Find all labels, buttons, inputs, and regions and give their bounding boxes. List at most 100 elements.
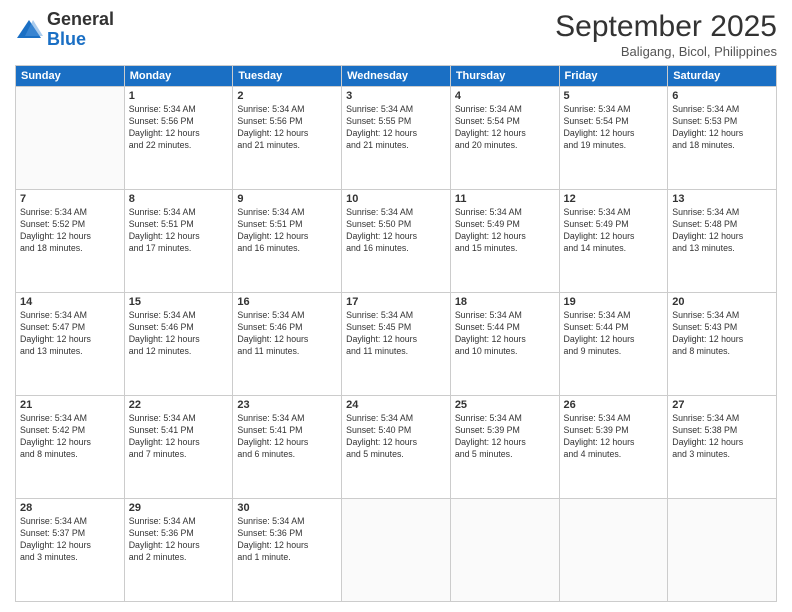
- day-number: 21: [20, 399, 120, 411]
- day-number: 3: [346, 90, 446, 102]
- cell-info: Sunrise: 5:34 AM Sunset: 5:36 PM Dayligh…: [237, 516, 337, 564]
- day-number: 18: [455, 296, 555, 308]
- month-title: September 2025: [555, 10, 777, 44]
- calendar-table: SundayMondayTuesdayWednesdayThursdayFrid…: [15, 65, 777, 602]
- day-number: 27: [672, 399, 772, 411]
- calendar-cell: 5 Sunrise: 5:34 AM Sunset: 5:54 PM Daylig…: [559, 87, 668, 190]
- logo-icon: [15, 18, 43, 42]
- day-of-week-header: Friday: [559, 66, 668, 87]
- calendar-cell: 17Sunrise: 5:34 AM Sunset: 5:45 PM Dayli…: [342, 293, 451, 396]
- calendar-cell: 16Sunrise: 5:34 AM Sunset: 5:46 PM Dayli…: [233, 293, 342, 396]
- cell-info: Sunrise: 5:34 AM Sunset: 5:44 PM Dayligh…: [455, 310, 555, 358]
- day-number: 29: [129, 502, 229, 514]
- day-number: 5: [564, 90, 664, 102]
- cell-info: Sunrise: 5:34 AM Sunset: 5:39 PM Dayligh…: [455, 413, 555, 461]
- calendar-cell: 25 Sunrise: 5:34 AM Sunset: 5:39 PM Dayli…: [450, 396, 559, 499]
- calendar-header-row: SundayMondayTuesdayWednesdayThursdayFrid…: [16, 66, 777, 87]
- calendar-cell: [668, 499, 777, 602]
- cell-info: Sunrise: 5:34 AM Sunset: 5:38 PM Dayligh…: [672, 413, 772, 461]
- page: General Blue September 2025 Baligang, Bi…: [0, 0, 792, 612]
- calendar-week-row: 28 Sunrise: 5:34 AM Sunset: 5:37 PM Dayli…: [16, 499, 777, 602]
- cell-info: Sunrise: 5:34 AM Sunset: 5:44 PM Dayligh…: [564, 310, 664, 358]
- calendar-cell: 30 Sunrise: 5:34 AM Sunset: 5:36 PM Dayli…: [233, 499, 342, 602]
- calendar-cell: 10Sunrise: 5:34 AM Sunset: 5:50 PM Dayli…: [342, 190, 451, 293]
- cell-info: Sunrise: 5:34 AM Sunset: 5:47 PM Dayligh…: [20, 310, 120, 358]
- cell-info: Sunrise: 5:34 AM Sunset: 5:42 PM Dayligh…: [20, 413, 120, 461]
- day-number: 30: [237, 502, 337, 514]
- calendar-cell: 18 Sunrise: 5:34 AM Sunset: 5:44 PM Dayli…: [450, 293, 559, 396]
- calendar-cell: 20 Sunrise: 5:34 AM Sunset: 5:43 PM Dayli…: [668, 293, 777, 396]
- day-number: 17: [346, 296, 446, 308]
- header: General Blue September 2025 Baligang, Bi…: [15, 10, 777, 59]
- day-number: 9: [237, 193, 337, 205]
- location: Baligang, Bicol, Philippines: [555, 44, 777, 59]
- calendar-cell: 4Sunrise: 5:34 AM Sunset: 5:54 PM Daylig…: [450, 87, 559, 190]
- day-number: 28: [20, 502, 120, 514]
- day-number: 25: [455, 399, 555, 411]
- day-number: 10: [346, 193, 446, 205]
- logo-text: General Blue: [47, 10, 114, 50]
- day-number: 26: [564, 399, 664, 411]
- calendar-cell: 1 Sunrise: 5:34 AM Sunset: 5:56 PM Daylig…: [124, 87, 233, 190]
- day-number: 14: [20, 296, 120, 308]
- day-number: 24: [346, 399, 446, 411]
- calendar-cell: 29 Sunrise: 5:34 AM Sunset: 5:36 PM Dayli…: [124, 499, 233, 602]
- day-of-week-header: Thursday: [450, 66, 559, 87]
- calendar-cell: 3 Sunrise: 5:34 AM Sunset: 5:55 PM Daylig…: [342, 87, 451, 190]
- cell-info: Sunrise: 5:34 AM Sunset: 5:52 PM Dayligh…: [20, 207, 120, 255]
- calendar-cell: [16, 87, 125, 190]
- day-number: 19: [564, 296, 664, 308]
- day-number: 7: [20, 193, 120, 205]
- cell-info: Sunrise: 5:34 AM Sunset: 5:54 PM Dayligh…: [564, 104, 664, 152]
- calendar-cell: 28 Sunrise: 5:34 AM Sunset: 5:37 PM Dayli…: [16, 499, 125, 602]
- calendar-cell: 22Sunrise: 5:34 AM Sunset: 5:41 PM Dayli…: [124, 396, 233, 499]
- calendar-cell: 12 Sunrise: 5:34 AM Sunset: 5:49 PM Dayli…: [559, 190, 668, 293]
- day-of-week-header: Wednesday: [342, 66, 451, 87]
- cell-info: Sunrise: 5:34 AM Sunset: 5:37 PM Dayligh…: [20, 516, 120, 564]
- calendar-cell: 6 Sunrise: 5:34 AM Sunset: 5:53 PM Daylig…: [668, 87, 777, 190]
- calendar-cell: [342, 499, 451, 602]
- cell-info: Sunrise: 5:34 AM Sunset: 5:51 PM Dayligh…: [237, 207, 337, 255]
- calendar-week-row: 21 Sunrise: 5:34 AM Sunset: 5:42 PM Dayli…: [16, 396, 777, 499]
- calendar-cell: 24 Sunrise: 5:34 AM Sunset: 5:40 PM Dayli…: [342, 396, 451, 499]
- calendar-cell: 9 Sunrise: 5:34 AM Sunset: 5:51 PM Daylig…: [233, 190, 342, 293]
- day-number: 8: [129, 193, 229, 205]
- calendar-cell: 8 Sunrise: 5:34 AM Sunset: 5:51 PM Daylig…: [124, 190, 233, 293]
- calendar-cell: 13 Sunrise: 5:34 AM Sunset: 5:48 PM Dayli…: [668, 190, 777, 293]
- cell-info: Sunrise: 5:34 AM Sunset: 5:48 PM Dayligh…: [672, 207, 772, 255]
- day-of-week-header: Monday: [124, 66, 233, 87]
- cell-info: Sunrise: 5:34 AM Sunset: 5:55 PM Dayligh…: [346, 104, 446, 152]
- calendar-cell: 23Sunrise: 5:34 AM Sunset: 5:41 PM Dayli…: [233, 396, 342, 499]
- day-number: 1: [129, 90, 229, 102]
- cell-info: Sunrise: 5:34 AM Sunset: 5:51 PM Dayligh…: [129, 207, 229, 255]
- day-number: 13: [672, 193, 772, 205]
- cell-info: Sunrise: 5:34 AM Sunset: 5:41 PM Dayligh…: [129, 413, 229, 461]
- cell-info: Sunrise: 5:34 AM Sunset: 5:43 PM Dayligh…: [672, 310, 772, 358]
- calendar-cell: 14 Sunrise: 5:34 AM Sunset: 5:47 PM Dayli…: [16, 293, 125, 396]
- day-number: 6: [672, 90, 772, 102]
- day-of-week-header: Sunday: [16, 66, 125, 87]
- cell-info: Sunrise: 5:34 AM Sunset: 5:49 PM Dayligh…: [455, 207, 555, 255]
- cell-info: Sunrise: 5:34 AM Sunset: 5:46 PM Dayligh…: [237, 310, 337, 358]
- day-number: 20: [672, 296, 772, 308]
- cell-info: Sunrise: 5:34 AM Sunset: 5:41 PM Dayligh…: [237, 413, 337, 461]
- cell-info: Sunrise: 5:34 AM Sunset: 5:53 PM Dayligh…: [672, 104, 772, 152]
- cell-info: Sunrise: 5:34 AM Sunset: 5:36 PM Dayligh…: [129, 516, 229, 564]
- calendar-cell: 15Sunrise: 5:34 AM Sunset: 5:46 PM Dayli…: [124, 293, 233, 396]
- calendar-week-row: 14 Sunrise: 5:34 AM Sunset: 5:47 PM Dayli…: [16, 293, 777, 396]
- cell-info: Sunrise: 5:34 AM Sunset: 5:56 PM Dayligh…: [129, 104, 229, 152]
- cell-info: Sunrise: 5:34 AM Sunset: 5:49 PM Dayligh…: [564, 207, 664, 255]
- calendar-cell: 7 Sunrise: 5:34 AM Sunset: 5:52 PM Daylig…: [16, 190, 125, 293]
- day-number: 12: [564, 193, 664, 205]
- calendar-week-row: 7 Sunrise: 5:34 AM Sunset: 5:52 PM Daylig…: [16, 190, 777, 293]
- calendar-cell: [450, 499, 559, 602]
- day-number: 4: [455, 90, 555, 102]
- day-number: 15: [129, 296, 229, 308]
- calendar-cell: 11Sunrise: 5:34 AM Sunset: 5:49 PM Dayli…: [450, 190, 559, 293]
- calendar-cell: 19 Sunrise: 5:34 AM Sunset: 5:44 PM Dayli…: [559, 293, 668, 396]
- calendar-cell: 26 Sunrise: 5:34 AM Sunset: 5:39 PM Dayli…: [559, 396, 668, 499]
- calendar-week-row: 1 Sunrise: 5:34 AM Sunset: 5:56 PM Daylig…: [16, 87, 777, 190]
- cell-info: Sunrise: 5:34 AM Sunset: 5:40 PM Dayligh…: [346, 413, 446, 461]
- cell-info: Sunrise: 5:34 AM Sunset: 5:56 PM Dayligh…: [237, 104, 337, 152]
- cell-info: Sunrise: 5:34 AM Sunset: 5:39 PM Dayligh…: [564, 413, 664, 461]
